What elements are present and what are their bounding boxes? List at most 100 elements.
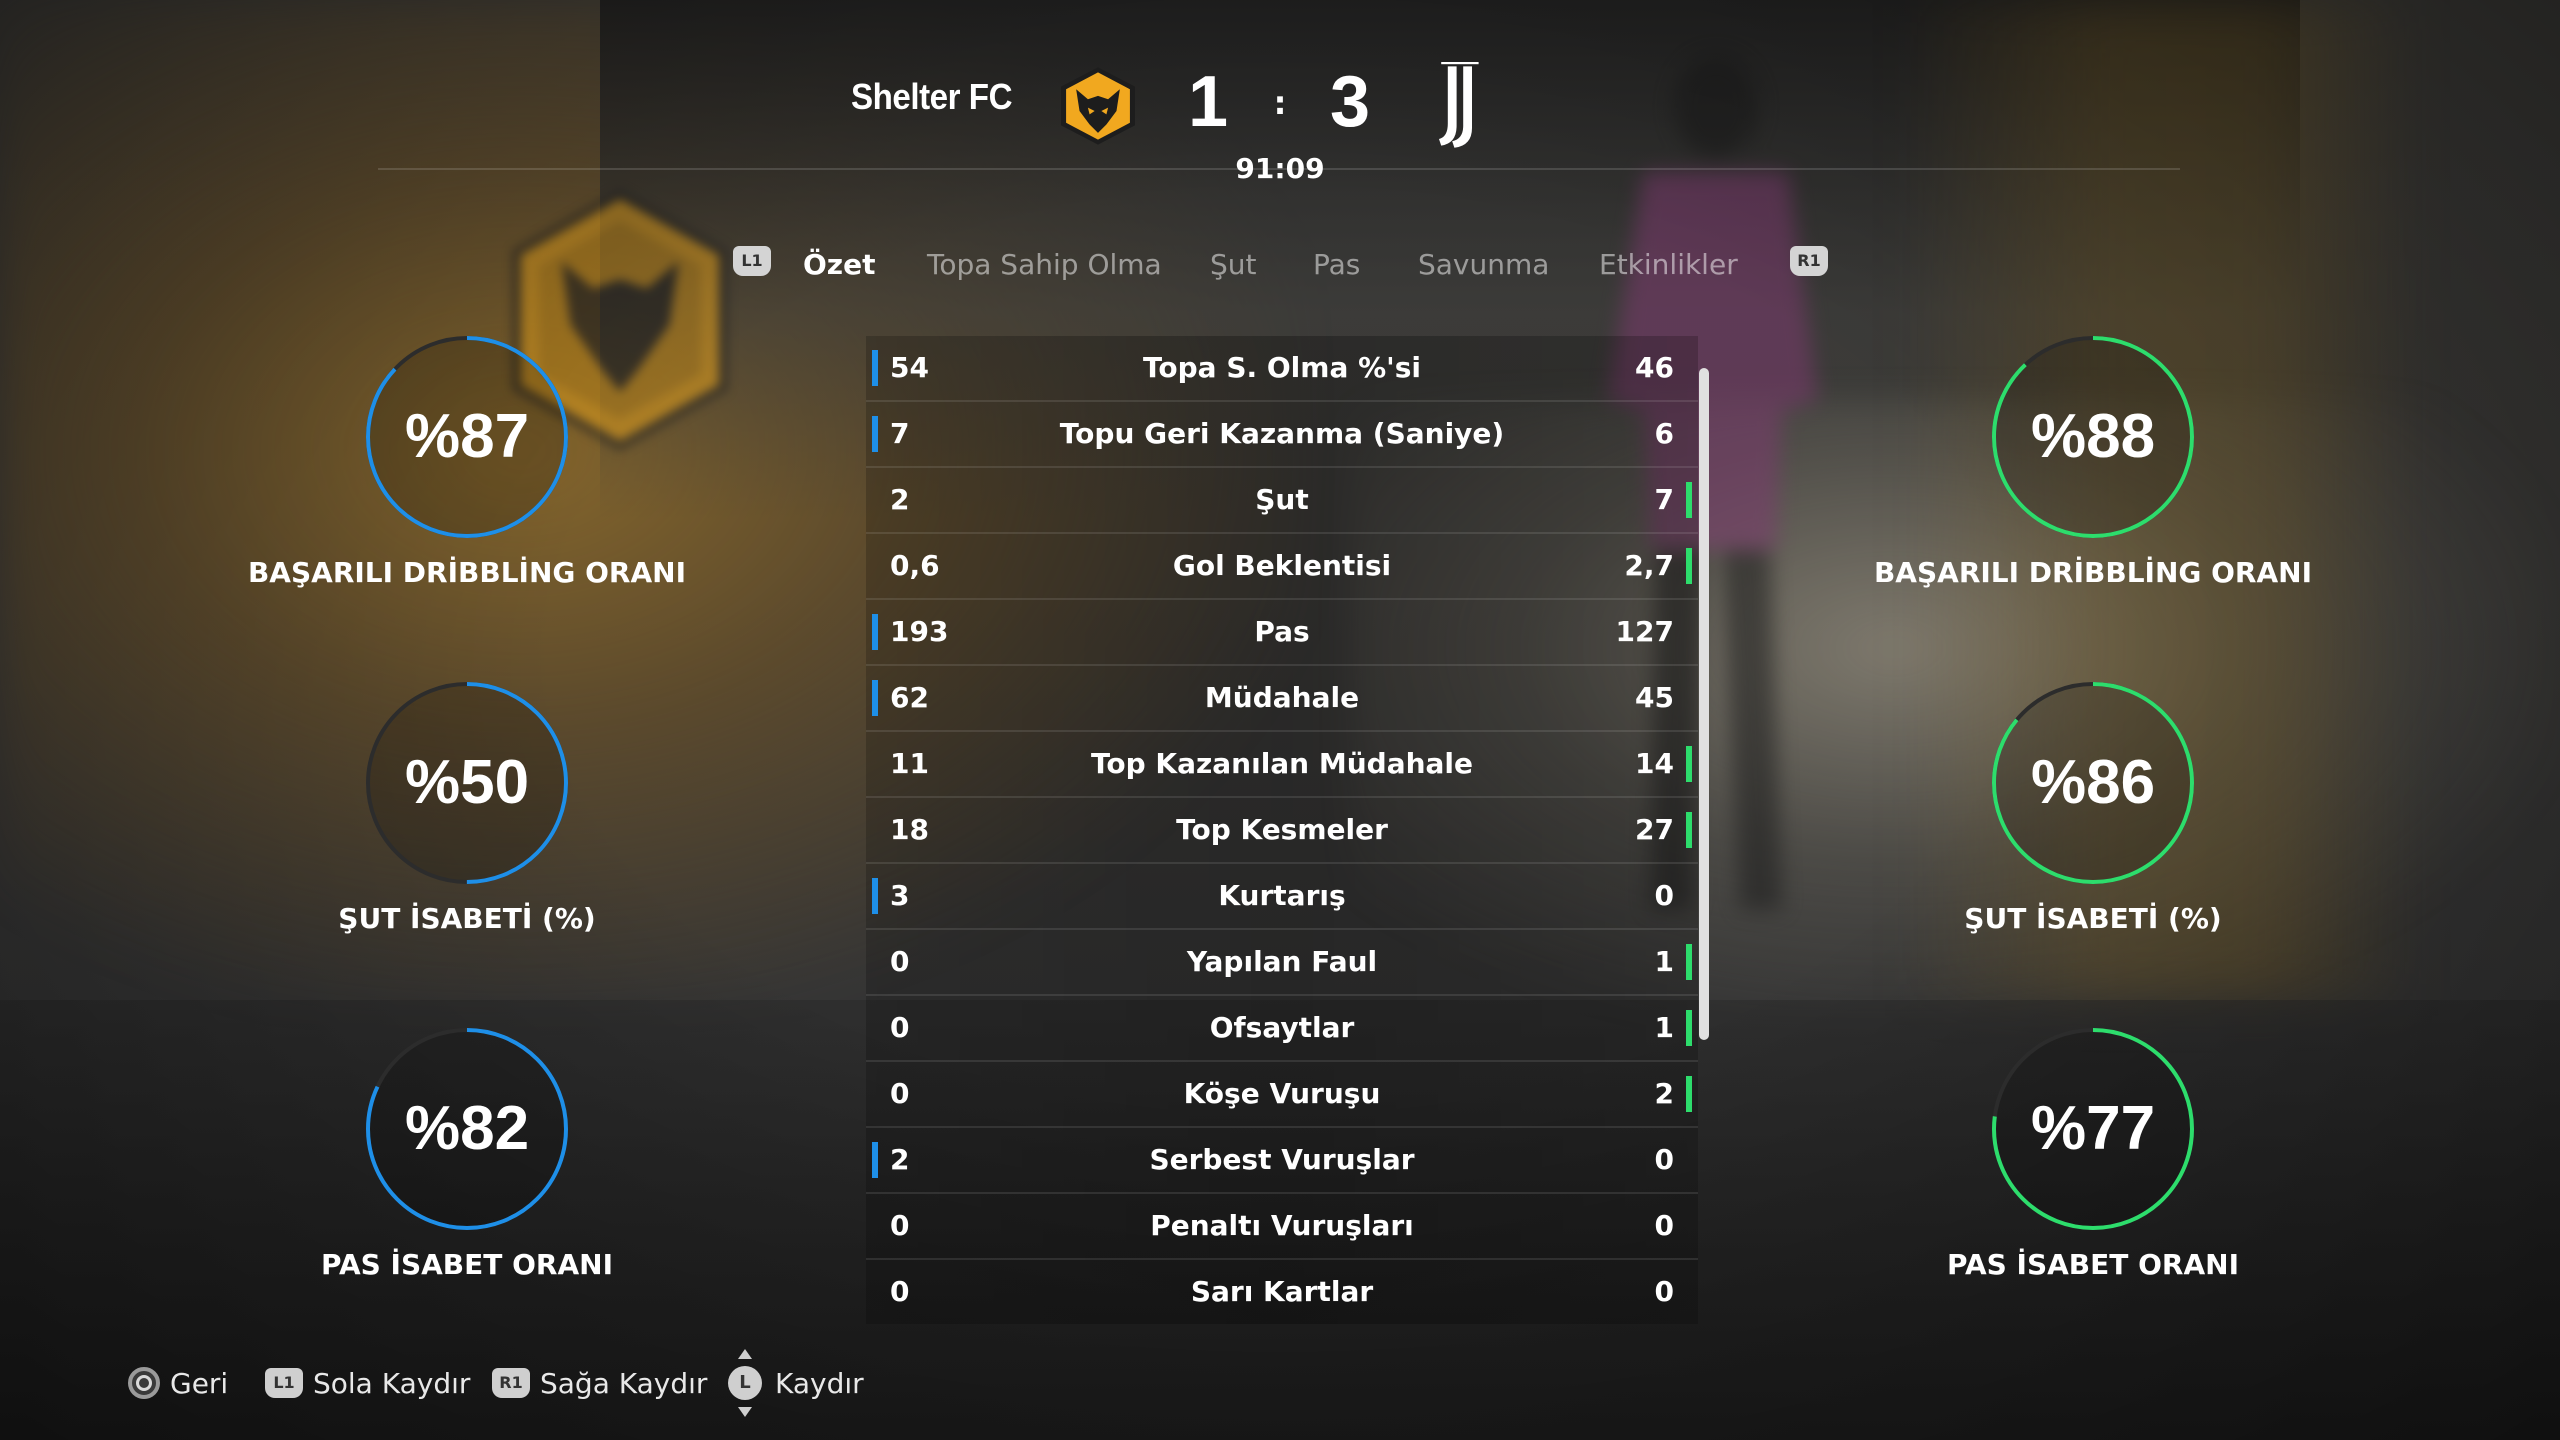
stat-away-value: 46 bbox=[1635, 351, 1674, 384]
scroll-left-hint-label: Sola Kaydır bbox=[313, 1366, 471, 1400]
scroll-hint[interactable]: L Kaydır bbox=[725, 1349, 864, 1417]
stick-knob: L bbox=[728, 1366, 762, 1400]
home-dribble-label: BAŞARILI DRİBBLİNG ORANI bbox=[247, 556, 687, 589]
stat-home-value: 0,6 bbox=[890, 549, 940, 582]
stat-away-value: 2 bbox=[1654, 1077, 1674, 1110]
stat-home-value: 54 bbox=[890, 351, 929, 384]
match-stats-screen: Shelter FC 1 : 3 91:09 L1 Özet Topa Sahi… bbox=[0, 0, 2560, 1440]
tab-etkinlikler[interactable]: Etkinlikler bbox=[1599, 248, 1738, 281]
stat-home-value: 62 bbox=[890, 681, 929, 714]
stat-away-value: 7 bbox=[1654, 483, 1674, 516]
tab-pas[interactable]: Pas bbox=[1313, 248, 1360, 281]
score-separator: : bbox=[1273, 84, 1287, 122]
stats-scrollbar[interactable] bbox=[1699, 368, 1709, 1040]
stat-row: 2 Şut 7 bbox=[866, 468, 1698, 534]
stats-table: 54 Topa S. Olma %'si 46 7 Topu Geri Kazanma… bbox=[866, 336, 1698, 1324]
stat-home-value: 0 bbox=[890, 1209, 910, 1242]
stat-away-value: 0 bbox=[1654, 1143, 1674, 1176]
home-shot-accuracy-label: ŞUT İSABETİ (%) bbox=[338, 902, 596, 935]
stat-row: 3 Kurtarış 0 bbox=[866, 864, 1698, 930]
home-lead-marker bbox=[872, 350, 878, 386]
stat-label: Müdahale bbox=[1204, 681, 1360, 714]
away-lead-marker bbox=[1686, 548, 1692, 584]
away-shot-accuracy-label: ŞUT İSABETİ (%) bbox=[1964, 902, 2222, 935]
stat-away-value: 127 bbox=[1615, 615, 1674, 648]
stat-row: 0 Yapılan Faul 1 bbox=[866, 930, 1698, 996]
stat-label: Ofsaytlar bbox=[1209, 1011, 1355, 1044]
away-dribble-value: %88 bbox=[2030, 402, 2156, 471]
scroll-hint-label: Kaydır bbox=[775, 1366, 864, 1400]
stat-label: Kurtarış bbox=[1218, 879, 1346, 912]
away-pass-accuracy-label: PAS İSABET ORANI bbox=[1947, 1248, 2239, 1281]
home-lead-marker bbox=[872, 614, 878, 650]
away-pass-accuracy-value: %77 bbox=[2030, 1094, 2156, 1163]
stat-label: Penaltı Vuruşları bbox=[1150, 1209, 1414, 1242]
stat-label: Topa S. Olma %'si bbox=[1143, 351, 1421, 384]
stat-away-value: 1 bbox=[1654, 1011, 1674, 1044]
stat-home-value: 0 bbox=[890, 1275, 910, 1308]
stat-away-value: 1 bbox=[1654, 945, 1674, 978]
stat-away-value: 0 bbox=[1654, 879, 1674, 912]
header-divider bbox=[378, 168, 2180, 170]
stat-row: 0 Köşe Vuruşu 2 bbox=[866, 1062, 1698, 1128]
stat-row: 2 Serbest Vuruşlar 0 bbox=[866, 1128, 1698, 1194]
away-lead-marker bbox=[1686, 944, 1692, 980]
tab-sut[interactable]: Şut bbox=[1210, 248, 1257, 281]
stat-row: 54 Topa S. Olma %'si 46 bbox=[866, 336, 1698, 402]
stat-home-value: 2 bbox=[890, 483, 910, 516]
home-lead-marker bbox=[872, 416, 878, 452]
tab-ozet[interactable]: Özet bbox=[803, 248, 875, 281]
stat-row: 11 Top Kazanılan Müdahale 14 bbox=[866, 732, 1698, 798]
circle-button-icon bbox=[128, 1367, 160, 1399]
home-pass-accuracy-value: %82 bbox=[404, 1094, 530, 1163]
home-team-name: Shelter FC bbox=[850, 76, 1013, 117]
back-hint-label: Geri bbox=[170, 1366, 229, 1400]
stat-row: 193 Pas 127 bbox=[866, 600, 1698, 666]
scroll-left-hint[interactable]: L1 Sola Kaydır bbox=[265, 1362, 470, 1404]
stat-home-value: 18 bbox=[890, 813, 929, 846]
home-lead-marker bbox=[872, 680, 878, 716]
l1-button-icon: L1 bbox=[265, 1368, 303, 1398]
stat-home-value: 2 bbox=[890, 1143, 910, 1176]
left-stick-icon: L bbox=[725, 1349, 765, 1417]
stick-down-arrow-icon bbox=[738, 1407, 752, 1417]
tab-savunma[interactable]: Savunma bbox=[1418, 248, 1549, 281]
home-dribble-value: %87 bbox=[404, 402, 530, 471]
away-lead-marker bbox=[1686, 746, 1692, 782]
stat-away-value: 2,7 bbox=[1624, 549, 1674, 582]
stat-label: Top Kesmeler bbox=[1176, 813, 1388, 846]
stat-away-value: 27 bbox=[1635, 813, 1674, 846]
stat-home-value: 193 bbox=[890, 615, 949, 648]
home-shot-accuracy-ring: %50 ŞUT İSABETİ (%) bbox=[338, 678, 596, 935]
home-shot-accuracy-value: %50 bbox=[404, 748, 530, 817]
away-lead-marker bbox=[1686, 1076, 1692, 1112]
stat-label: Top Kazanılan Müdahale bbox=[1090, 747, 1474, 780]
stat-away-value: 0 bbox=[1654, 1209, 1674, 1242]
stat-row: 7 Topu Geri Kazanma (Saniye) 6 bbox=[866, 402, 1698, 468]
stat-row: 0 Penaltı Vuruşları 0 bbox=[866, 1194, 1698, 1260]
stat-home-value: 7 bbox=[890, 417, 910, 450]
r1-button-icon[interactable]: R1 bbox=[1790, 246, 1828, 276]
stat-away-value: 14 bbox=[1635, 747, 1674, 780]
stick-up-arrow-icon bbox=[738, 1349, 752, 1359]
away-dribble-label: BAŞARILI DRİBBLİNG ORANI bbox=[1873, 556, 2313, 589]
away-j-crest-icon bbox=[1439, 62, 1479, 148]
home-pass-accuracy-label: PAS İSABET ORANI bbox=[321, 1248, 613, 1281]
l1-button-icon[interactable]: L1 bbox=[733, 246, 771, 276]
scroll-right-hint[interactable]: R1 Sağa Kaydır bbox=[492, 1362, 707, 1404]
stat-label: Yapılan Faul bbox=[1186, 945, 1378, 978]
stat-label: Köşe Vuruşu bbox=[1183, 1077, 1381, 1110]
scroll-right-hint-label: Sağa Kaydır bbox=[540, 1366, 708, 1400]
away-lead-marker bbox=[1686, 482, 1692, 518]
home-score: 1 bbox=[1187, 62, 1229, 142]
tab-topa-sahip-olma[interactable]: Topa Sahip Olma bbox=[927, 248, 1162, 281]
away-lead-marker bbox=[1686, 1010, 1692, 1046]
stat-row: 0 Sarı Kartlar 0 bbox=[866, 1260, 1698, 1324]
back-hint[interactable]: Geri bbox=[128, 1362, 228, 1404]
stat-label: Pas bbox=[1254, 615, 1310, 648]
home-lead-marker bbox=[872, 1142, 878, 1178]
home-wolf-crest-icon bbox=[1061, 67, 1135, 145]
r1-button-icon: R1 bbox=[492, 1368, 530, 1398]
stat-home-value: 11 bbox=[890, 747, 929, 780]
away-pass-accuracy-ring: %77 PAS İSABET ORANI bbox=[1947, 1024, 2239, 1281]
